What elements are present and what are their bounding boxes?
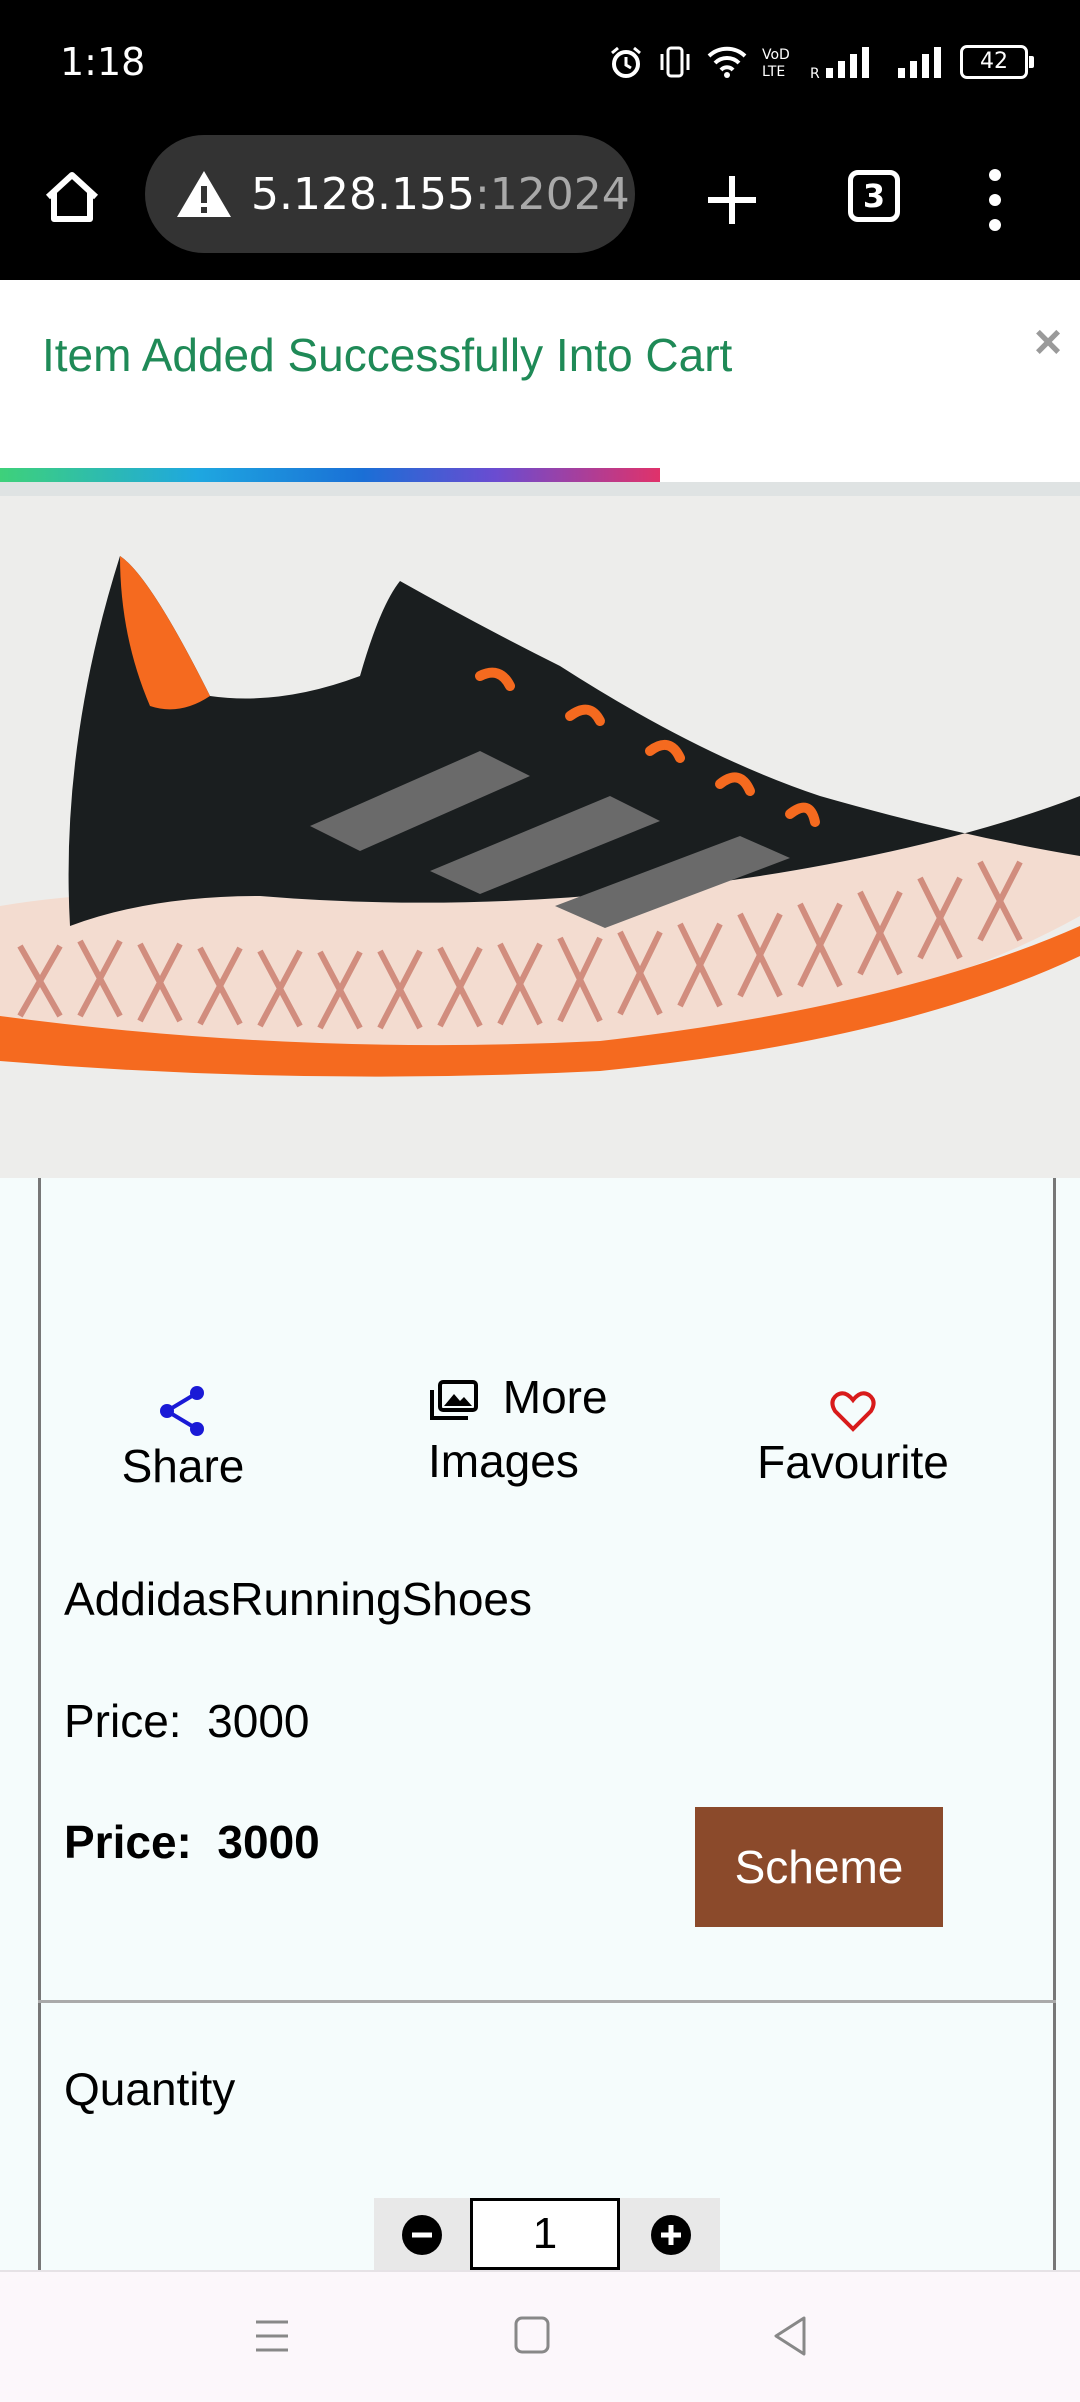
product-actions: Share More Images Favourite [38,1370,1056,1510]
share-button[interactable]: Share [98,1380,268,1493]
status-icons: VoD LTE R 42 [608,40,1034,84]
new-tab-icon[interactable] [700,168,764,232]
quantity-stepper: 1 [374,2198,720,2270]
scheme-button[interactable]: Scheme [695,1807,943,1927]
battery-icon: 42 [960,45,1034,79]
favourite-label: Favourite [757,1435,949,1488]
price-value: 3000 [207,1695,310,1747]
quantity-input[interactable]: 1 [470,2198,620,2270]
minus-icon[interactable] [401,2214,443,2256]
price-bold-line: Price: 3000 [64,1815,320,1869]
favourite-button[interactable]: Favourite [738,1380,968,1489]
heart-icon [830,1391,876,1432]
recent-apps-icon[interactable] [252,2312,292,2360]
warning-icon [177,171,231,217]
price-bold-label: Price: [64,1816,192,1868]
url-port: :12024 [474,168,630,220]
home-icon[interactable] [40,165,104,229]
section-divider [38,2000,1056,2003]
svg-text:R: R [810,66,820,80]
wifi-icon [707,46,747,78]
share-label: Share [121,1439,245,1492]
shoe-image [0,496,1080,1178]
url-host: 5.128.155 [251,168,475,220]
back-icon[interactable] [770,2312,810,2360]
status-time: 1:18 [60,40,146,84]
toast-close-button[interactable]: × [1034,315,1062,370]
system-nav-bar [0,2270,1080,2402]
more-images-button[interactable]: More Images [428,1370,668,1488]
toast-message: Item Added Successfully Into Cart [42,329,733,381]
volte-icon: VoDLTE [762,47,790,80]
menu-dots-icon[interactable] [985,165,1005,235]
quantity-label: Quantity [64,2063,236,2115]
toast-progress-track [0,482,1080,496]
more-images-label-2: Images [428,1435,579,1487]
more-images-label-1: More [502,1371,608,1423]
svg-text:VoD: VoD [762,47,790,63]
browser-toolbar: 5.128.155:12024 3 [0,125,1080,280]
svg-text:LTE: LTE [762,64,785,80]
price-line: Price: 3000 [64,1694,310,1748]
alarm-icon [611,46,641,78]
toast-notification: Item Added Successfully Into Cart × [0,280,1080,482]
images-icon [430,1379,478,1420]
vibrate-icon [660,46,690,78]
toast-progress-bar [0,468,660,482]
price-bold-value: 3000 [217,1816,320,1868]
share-icon [160,1385,204,1436]
signal-icon: R [810,47,869,80]
product-name: AddidasRunningShoes [64,1573,533,1625]
status-bar: 1:18 VoD LTE R 42 [0,0,1080,125]
plus-icon[interactable] [650,2214,692,2256]
signal-icon [898,47,941,78]
tab-switcher-button[interactable]: 3 [848,170,900,222]
product-image [0,496,1080,1178]
home-nav-icon[interactable] [512,2312,552,2360]
url-bar[interactable]: 5.128.155:12024 [145,135,635,253]
price-label: Price: [64,1695,182,1747]
